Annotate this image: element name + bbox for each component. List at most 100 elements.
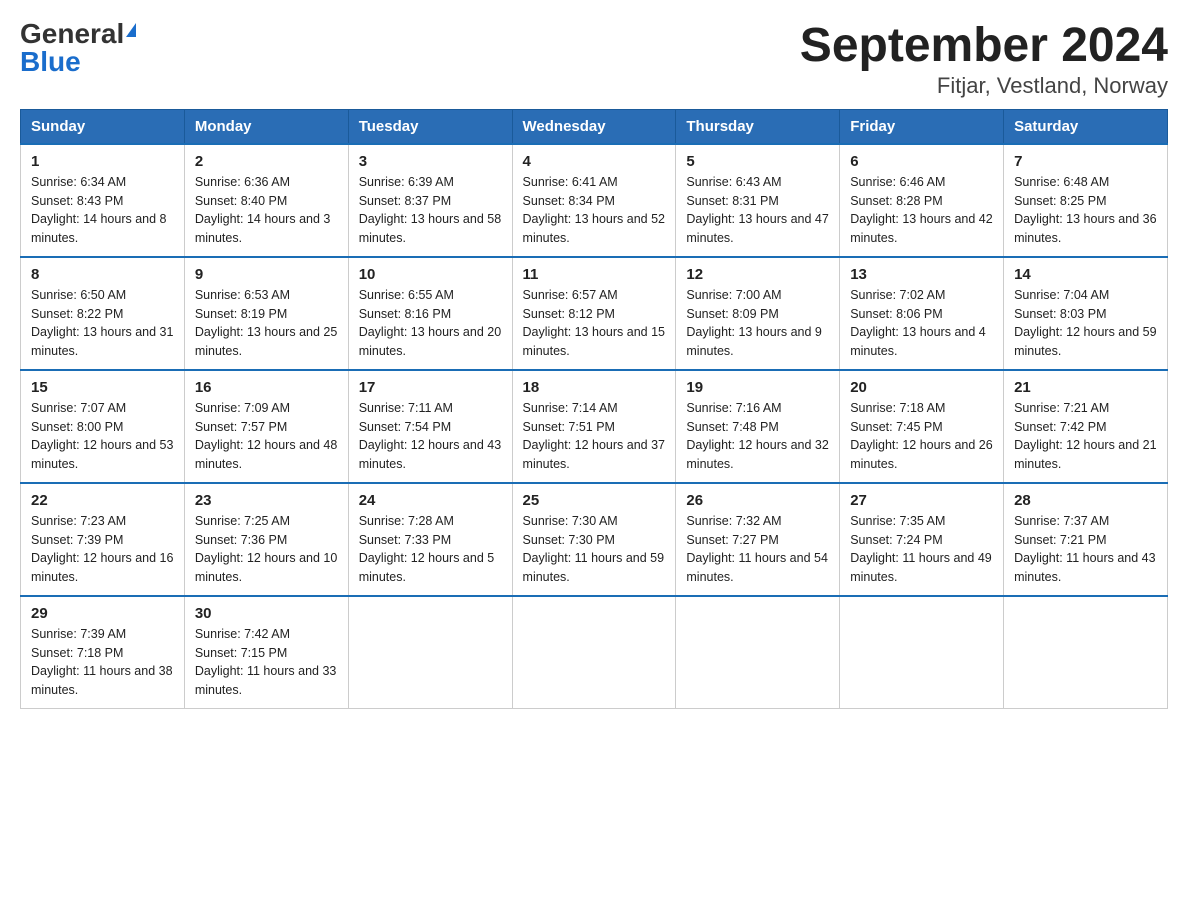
calendar-day-cell: 18 Sunrise: 7:14 AMSunset: 7:51 PMDaylig… [512, 370, 676, 483]
day-number: 20 [850, 379, 993, 396]
calendar-day-cell: 17 Sunrise: 7:11 AMSunset: 7:54 PMDaylig… [348, 370, 512, 483]
day-info: Sunrise: 6:46 AMSunset: 8:28 PMDaylight:… [850, 175, 992, 245]
logo-general: General [20, 20, 124, 48]
day-info: Sunrise: 7:23 AMSunset: 7:39 PMDaylight:… [31, 514, 173, 584]
day-number: 30 [195, 605, 338, 622]
day-info: Sunrise: 7:11 AMSunset: 7:54 PMDaylight:… [359, 401, 501, 471]
day-number: 2 [195, 153, 338, 170]
day-number: 23 [195, 492, 338, 509]
calendar-day-cell: 11 Sunrise: 6:57 AMSunset: 8:12 PMDaylig… [512, 257, 676, 370]
day-info: Sunrise: 7:09 AMSunset: 7:57 PMDaylight:… [195, 401, 337, 471]
day-info: Sunrise: 7:42 AMSunset: 7:15 PMDaylight:… [195, 627, 337, 697]
calendar-body: 1 Sunrise: 6:34 AMSunset: 8:43 PMDayligh… [21, 144, 1168, 709]
calendar-day-cell: 5 Sunrise: 6:43 AMSunset: 8:31 PMDayligh… [676, 144, 840, 257]
weekday-header: Thursday [676, 109, 840, 144]
calendar-day-cell: 6 Sunrise: 6:46 AMSunset: 8:28 PMDayligh… [840, 144, 1004, 257]
day-number: 8 [31, 266, 174, 283]
day-info: Sunrise: 7:30 AMSunset: 7:30 PMDaylight:… [523, 514, 665, 584]
calendar-day-cell [512, 596, 676, 709]
calendar-day-cell: 1 Sunrise: 6:34 AMSunset: 8:43 PMDayligh… [21, 144, 185, 257]
day-number: 12 [686, 266, 829, 283]
calendar-day-cell: 23 Sunrise: 7:25 AMSunset: 7:36 PMDaylig… [184, 483, 348, 596]
day-number: 19 [686, 379, 829, 396]
calendar-day-cell: 22 Sunrise: 7:23 AMSunset: 7:39 PMDaylig… [21, 483, 185, 596]
weekday-header: Wednesday [512, 109, 676, 144]
weekday-header: Sunday [21, 109, 185, 144]
day-number: 3 [359, 153, 502, 170]
day-info: Sunrise: 6:55 AMSunset: 8:16 PMDaylight:… [359, 288, 501, 358]
calendar-week-row: 8 Sunrise: 6:50 AMSunset: 8:22 PMDayligh… [21, 257, 1168, 370]
day-info: Sunrise: 7:16 AMSunset: 7:48 PMDaylight:… [686, 401, 828, 471]
day-number: 17 [359, 379, 502, 396]
day-number: 15 [31, 379, 174, 396]
logo-blue: Blue [20, 48, 81, 76]
day-number: 1 [31, 153, 174, 170]
day-info: Sunrise: 7:39 AMSunset: 7:18 PMDaylight:… [31, 627, 173, 697]
day-number: 25 [523, 492, 666, 509]
day-info: Sunrise: 7:28 AMSunset: 7:33 PMDaylight:… [359, 514, 495, 584]
calendar-day-cell: 29 Sunrise: 7:39 AMSunset: 7:18 PMDaylig… [21, 596, 185, 709]
day-info: Sunrise: 6:41 AMSunset: 8:34 PMDaylight:… [523, 175, 665, 245]
calendar-day-cell: 12 Sunrise: 7:00 AMSunset: 8:09 PMDaylig… [676, 257, 840, 370]
weekday-header: Tuesday [348, 109, 512, 144]
day-number: 6 [850, 153, 993, 170]
calendar-day-cell: 10 Sunrise: 6:55 AMSunset: 8:16 PMDaylig… [348, 257, 512, 370]
calendar-day-cell: 20 Sunrise: 7:18 AMSunset: 7:45 PMDaylig… [840, 370, 1004, 483]
calendar-day-cell: 25 Sunrise: 7:30 AMSunset: 7:30 PMDaylig… [512, 483, 676, 596]
day-number: 5 [686, 153, 829, 170]
calendar-day-cell: 28 Sunrise: 7:37 AMSunset: 7:21 PMDaylig… [1004, 483, 1168, 596]
day-info: Sunrise: 6:50 AMSunset: 8:22 PMDaylight:… [31, 288, 173, 358]
day-info: Sunrise: 7:32 AMSunset: 7:27 PMDaylight:… [686, 514, 828, 584]
calendar-day-cell: 2 Sunrise: 6:36 AMSunset: 8:40 PMDayligh… [184, 144, 348, 257]
day-info: Sunrise: 7:14 AMSunset: 7:51 PMDaylight:… [523, 401, 665, 471]
day-number: 18 [523, 379, 666, 396]
calendar-week-row: 15 Sunrise: 7:07 AMSunset: 8:00 PMDaylig… [21, 370, 1168, 483]
calendar-day-cell: 8 Sunrise: 6:50 AMSunset: 8:22 PMDayligh… [21, 257, 185, 370]
day-info: Sunrise: 6:34 AMSunset: 8:43 PMDaylight:… [31, 175, 167, 245]
weekday-header: Friday [840, 109, 1004, 144]
logo-triangle-icon [126, 23, 136, 37]
day-number: 9 [195, 266, 338, 283]
day-number: 21 [1014, 379, 1157, 396]
calendar-day-cell: 26 Sunrise: 7:32 AMSunset: 7:27 PMDaylig… [676, 483, 840, 596]
calendar-day-cell: 3 Sunrise: 6:39 AMSunset: 8:37 PMDayligh… [348, 144, 512, 257]
calendar-day-cell: 27 Sunrise: 7:35 AMSunset: 7:24 PMDaylig… [840, 483, 1004, 596]
day-info: Sunrise: 7:21 AMSunset: 7:42 PMDaylight:… [1014, 401, 1156, 471]
day-info: Sunrise: 6:43 AMSunset: 8:31 PMDaylight:… [686, 175, 828, 245]
calendar-day-cell: 30 Sunrise: 7:42 AMSunset: 7:15 PMDaylig… [184, 596, 348, 709]
title-area: September 2024 Fitjar, Vestland, Norway [800, 20, 1168, 99]
calendar-week-row: 29 Sunrise: 7:39 AMSunset: 7:18 PMDaylig… [21, 596, 1168, 709]
day-number: 14 [1014, 266, 1157, 283]
day-info: Sunrise: 7:00 AMSunset: 8:09 PMDaylight:… [686, 288, 822, 358]
weekday-header: Saturday [1004, 109, 1168, 144]
day-number: 7 [1014, 153, 1157, 170]
day-info: Sunrise: 6:39 AMSunset: 8:37 PMDaylight:… [359, 175, 501, 245]
header: General Blue September 2024 Fitjar, Vest… [20, 20, 1168, 99]
day-number: 29 [31, 605, 174, 622]
calendar-day-cell: 13 Sunrise: 7:02 AMSunset: 8:06 PMDaylig… [840, 257, 1004, 370]
day-number: 27 [850, 492, 993, 509]
day-info: Sunrise: 6:36 AMSunset: 8:40 PMDaylight:… [195, 175, 331, 245]
day-number: 11 [523, 266, 666, 283]
calendar-day-cell: 4 Sunrise: 6:41 AMSunset: 8:34 PMDayligh… [512, 144, 676, 257]
day-info: Sunrise: 7:02 AMSunset: 8:06 PMDaylight:… [850, 288, 986, 358]
calendar-day-cell: 15 Sunrise: 7:07 AMSunset: 8:00 PMDaylig… [21, 370, 185, 483]
calendar-day-cell: 16 Sunrise: 7:09 AMSunset: 7:57 PMDaylig… [184, 370, 348, 483]
day-number: 22 [31, 492, 174, 509]
calendar-day-cell [1004, 596, 1168, 709]
calendar-week-row: 1 Sunrise: 6:34 AMSunset: 8:43 PMDayligh… [21, 144, 1168, 257]
day-info: Sunrise: 7:37 AMSunset: 7:21 PMDaylight:… [1014, 514, 1156, 584]
calendar-day-cell: 21 Sunrise: 7:21 AMSunset: 7:42 PMDaylig… [1004, 370, 1168, 483]
day-info: Sunrise: 7:35 AMSunset: 7:24 PMDaylight:… [850, 514, 992, 584]
day-number: 26 [686, 492, 829, 509]
day-number: 16 [195, 379, 338, 396]
calendar-day-cell [348, 596, 512, 709]
calendar-day-cell: 14 Sunrise: 7:04 AMSunset: 8:03 PMDaylig… [1004, 257, 1168, 370]
day-number: 4 [523, 153, 666, 170]
day-info: Sunrise: 6:48 AMSunset: 8:25 PMDaylight:… [1014, 175, 1156, 245]
calendar-day-cell [676, 596, 840, 709]
day-info: Sunrise: 7:18 AMSunset: 7:45 PMDaylight:… [850, 401, 992, 471]
calendar-day-cell: 24 Sunrise: 7:28 AMSunset: 7:33 PMDaylig… [348, 483, 512, 596]
day-number: 28 [1014, 492, 1157, 509]
calendar-header: SundayMondayTuesdayWednesdayThursdayFrid… [21, 109, 1168, 144]
